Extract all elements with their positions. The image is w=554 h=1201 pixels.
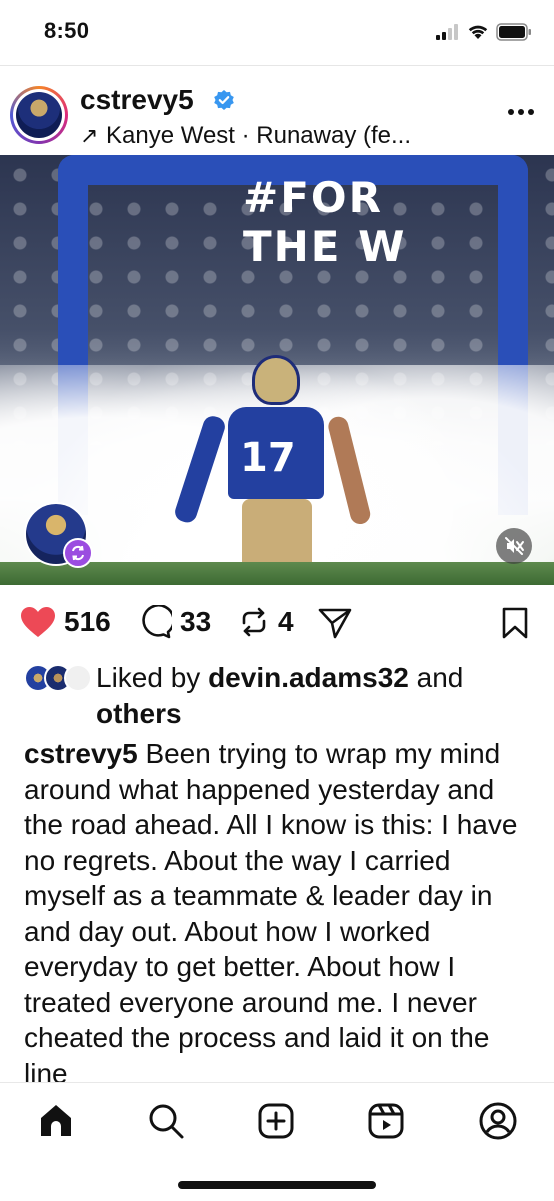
like-button[interactable]: 516 (20, 598, 111, 646)
battery-icon (496, 23, 531, 41)
liked-by-text[interactable]: Liked by devin.adams32 and others (96, 660, 536, 732)
arch-banner-text: #FOR THE W (243, 173, 407, 271)
heart-filled-icon (21, 607, 55, 637)
status-time: 8:50 (44, 18, 90, 43)
verified-badge-icon (214, 90, 234, 110)
player-arm-right (326, 414, 373, 527)
wifi-icon (468, 25, 488, 39)
share-icon[interactable] (318, 607, 352, 639)
liked-by-and: and (416, 662, 464, 693)
post-actions: 516 33 4 (0, 598, 554, 648)
post-username[interactable]: cstrevy5 (80, 84, 194, 116)
reels-icon[interactable] (366, 1101, 406, 1141)
repost-count: 4 (278, 606, 294, 637)
player-helmet (252, 355, 300, 405)
repost-badge-icon (63, 538, 93, 568)
comment-icon (142, 605, 172, 639)
story-ring[interactable] (10, 86, 68, 144)
caption-text: Been trying to wrap my mind around what … (24, 738, 518, 1082)
liked-by-others[interactable]: others (96, 698, 182, 729)
liked-by-prefix: Liked by (96, 662, 201, 693)
audio-attribution[interactable]: ↗ Kanye West · Runaway (fe... (80, 122, 411, 150)
status-bar: 8:50 (0, 0, 554, 64)
liked-by-user[interactable]: devin.adams32 (208, 662, 409, 693)
profile-icon[interactable] (478, 1101, 518, 1141)
repost-button[interactable]: 4 (238, 598, 294, 646)
jersey-number: 17 (240, 435, 296, 481)
arrow-up-right-icon: ↗ (80, 123, 99, 148)
liker-avatar (64, 664, 92, 692)
avatar-image (16, 92, 62, 138)
bookmark-icon[interactable] (501, 607, 529, 639)
home-icon[interactable] (36, 1101, 76, 1141)
speaker-muted-icon (505, 537, 524, 555)
liked-by-avatars[interactable] (24, 664, 94, 694)
caption-username[interactable]: cstrevy5 (24, 738, 138, 769)
player-figure: 17 (172, 355, 373, 585)
avatar[interactable] (13, 89, 65, 141)
repost-icon (242, 607, 266, 637)
more-horizontal-icon[interactable] (508, 108, 534, 116)
header-divider (0, 65, 554, 66)
mute-button[interactable] (496, 528, 532, 564)
comment-count: 33 (180, 606, 212, 637)
create-icon[interactable] (256, 1101, 296, 1141)
post-caption: cstrevy5 Been trying to wrap my mind aro… (24, 736, 534, 1082)
search-icon[interactable] (146, 1101, 186, 1141)
comment-button[interactable]: 33 (138, 598, 211, 646)
like-count: 516 (64, 606, 111, 637)
home-indicator (178, 1181, 376, 1189)
audio-label: Kanye West · Runaway (fe... (106, 122, 412, 149)
signal-icon (436, 24, 458, 40)
bottom-nav (0, 1082, 554, 1201)
